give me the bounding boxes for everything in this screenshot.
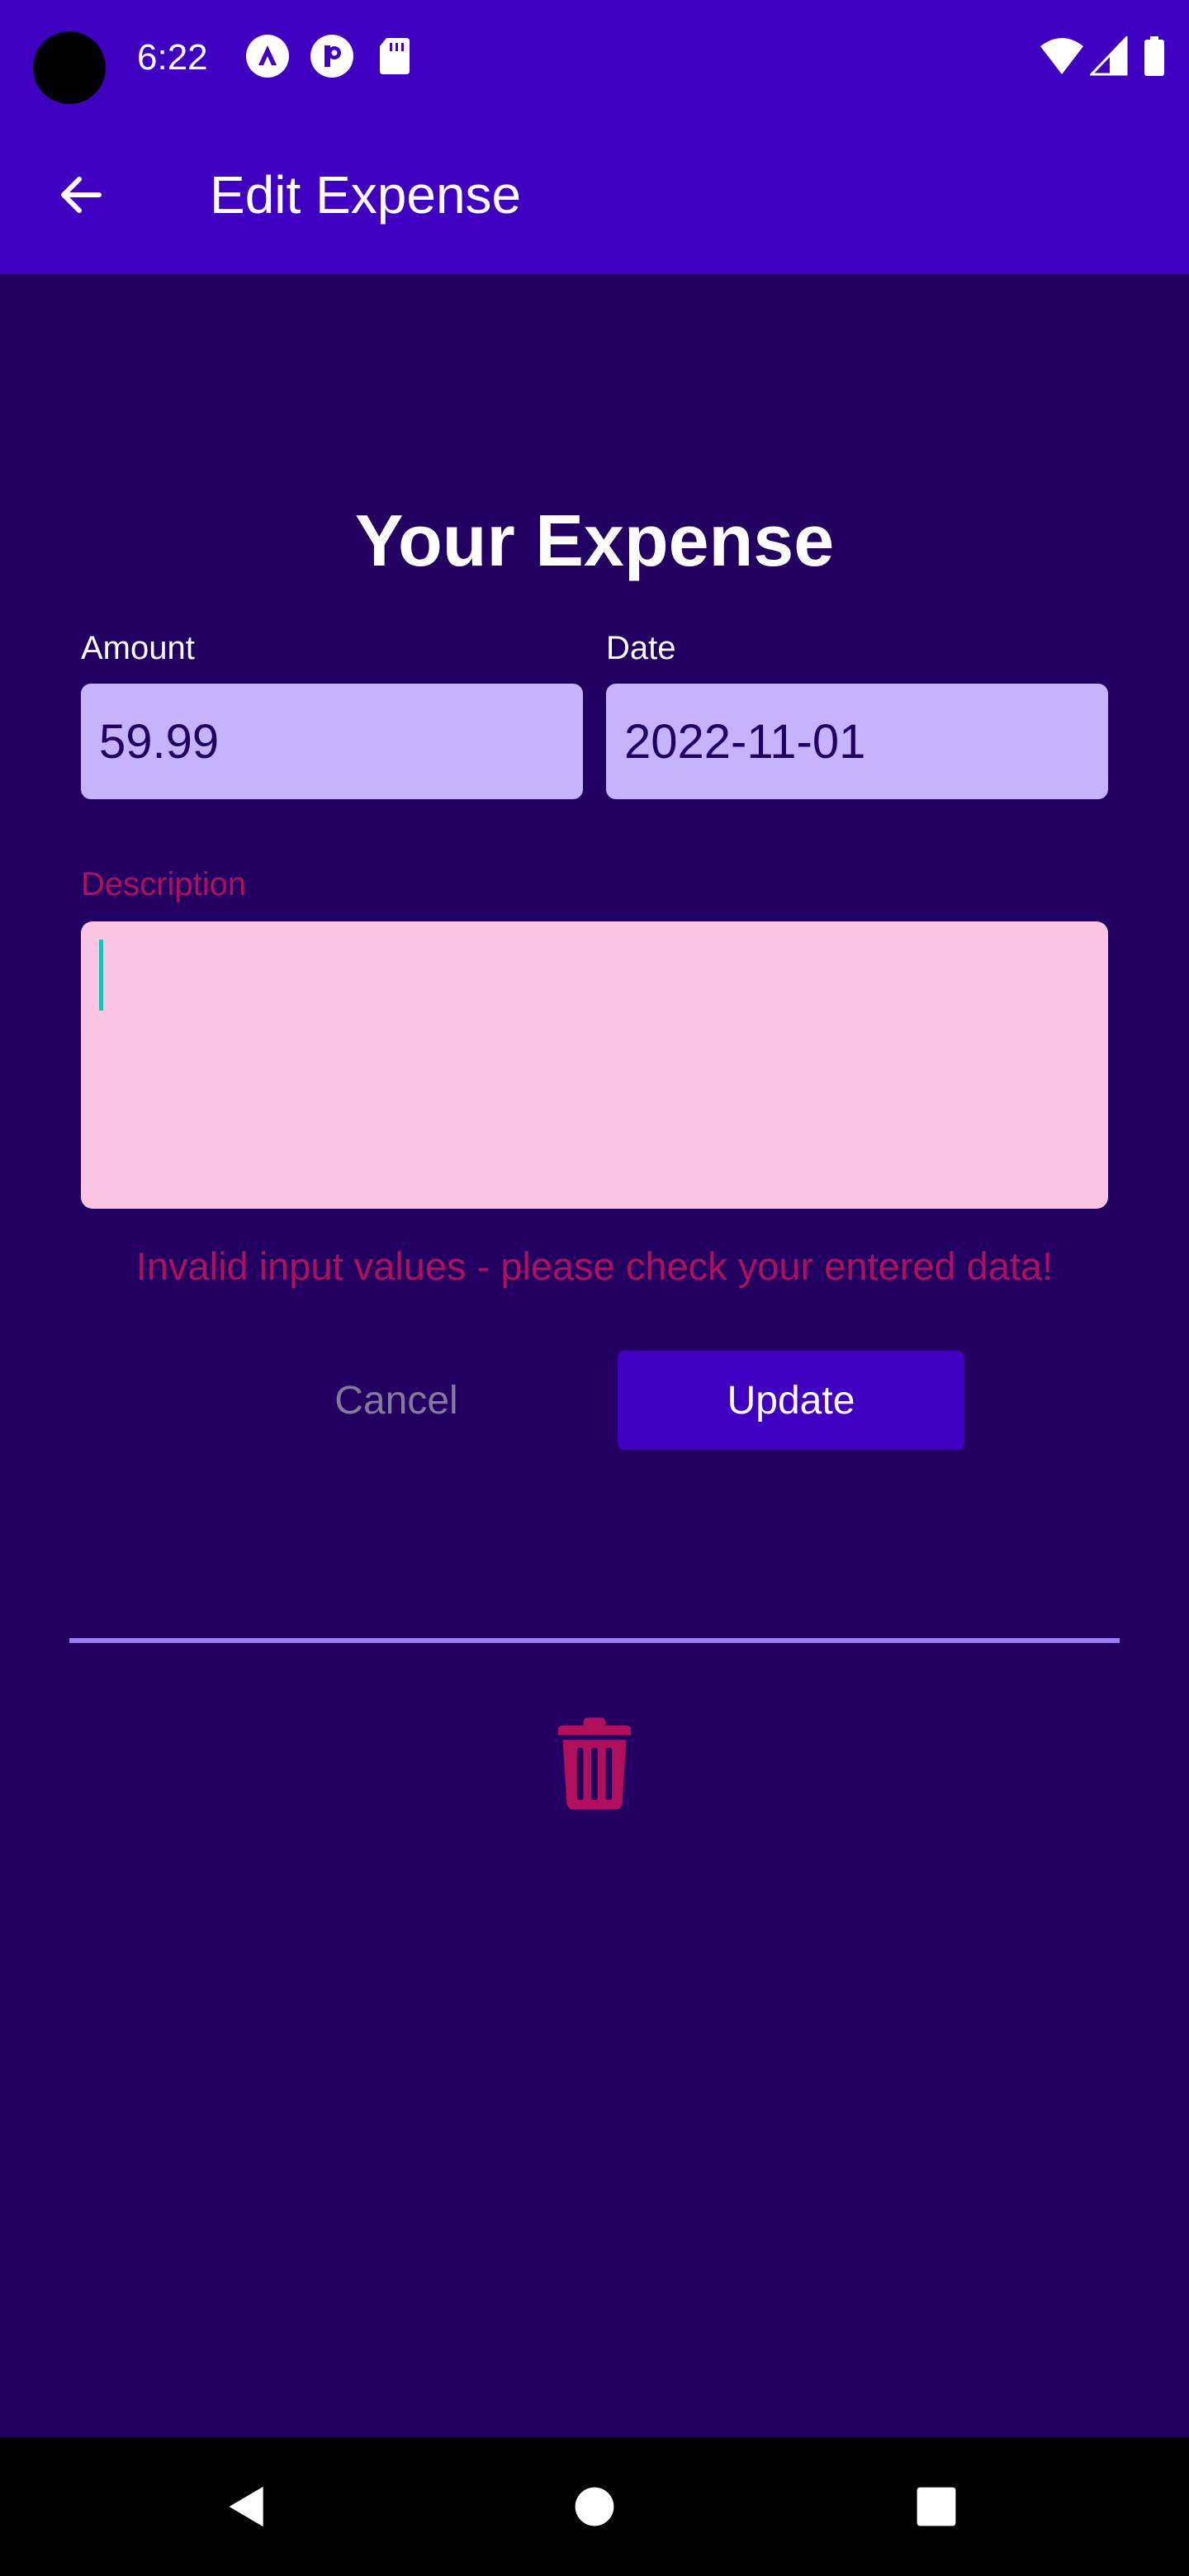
update-button[interactable]: Update [618, 1351, 964, 1450]
description-input[interactable] [81, 921, 1108, 1209]
date-input[interactable]: 2022-11-01 [606, 684, 1108, 799]
delete-button[interactable] [545, 1714, 644, 1813]
app-bar [0, 112, 1189, 274]
page-title: Edit Expense [210, 165, 522, 225]
navigation-bar [0, 2437, 1189, 2576]
date-label: Date [606, 630, 676, 666]
camera-cutout [33, 31, 106, 104]
sd-card-icon [378, 36, 411, 76]
trash-icon [557, 1717, 632, 1810]
status-time: 6:22 [137, 37, 208, 78]
p-logo-icon [310, 35, 353, 78]
nav-home-button[interactable] [553, 2465, 636, 2548]
wifi-icon [1039, 36, 1085, 76]
signal-icon [1090, 36, 1128, 76]
back-triangle-icon [229, 2486, 263, 2527]
error-message: Invalid input values - please check your… [135, 1244, 1054, 1288]
amount-label: Amount [81, 630, 195, 666]
nav-back-button[interactable] [206, 2465, 289, 2548]
divider [69, 1638, 1120, 1643]
description-label: Description [81, 866, 247, 902]
recents-square-icon [917, 2487, 956, 2526]
battery-icon [1143, 36, 1166, 76]
a-logo-icon [246, 35, 289, 78]
form-title: Your Expense [354, 500, 835, 581]
back-button[interactable] [48, 162, 114, 228]
arrow-left-icon [61, 177, 102, 213]
text-cursor [99, 940, 103, 1011]
cancel-button[interactable]: Cancel [297, 1351, 495, 1450]
amount-input[interactable]: 59.99 [81, 684, 583, 799]
nav-recents-button[interactable] [895, 2465, 978, 2548]
status-bar: 6:22 [0, 0, 1189, 112]
home-circle-icon [575, 2487, 614, 2526]
